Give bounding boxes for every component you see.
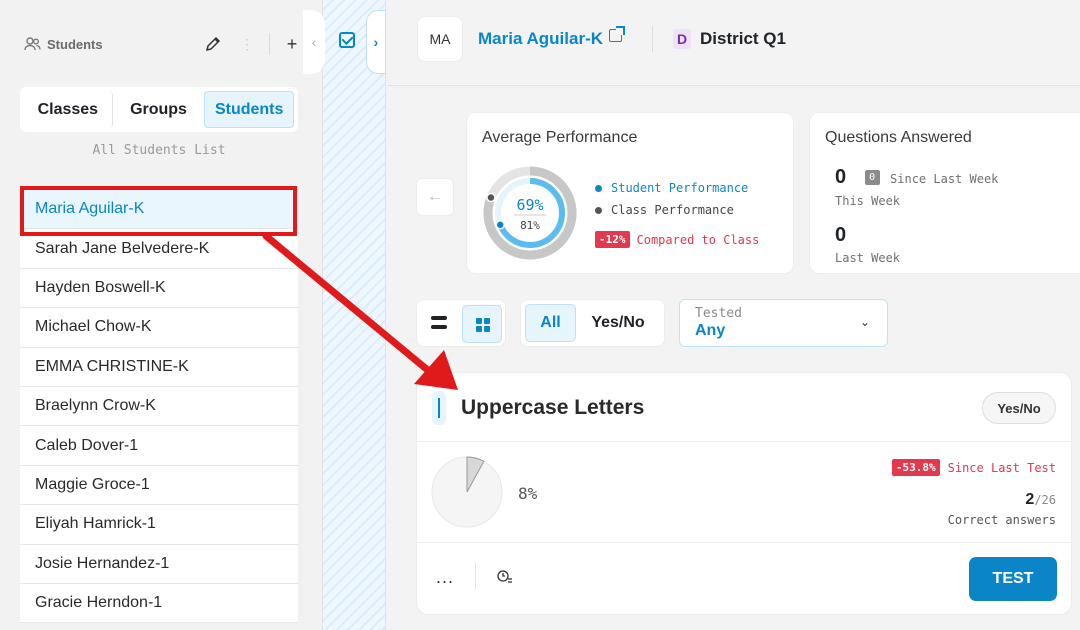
checklist-icon[interactable] xyxy=(339,32,355,48)
class-dot-icon xyxy=(595,206,602,214)
collapse-chevron-left-icon[interactable]: ‹ xyxy=(303,10,325,74)
people-icon xyxy=(24,37,41,51)
list-item-student[interactable]: Maggie Groce-1 xyxy=(20,465,298,506)
list-item-student[interactable]: Josie Hernandez-1 xyxy=(20,544,298,584)
correct-label: Correct answers xyxy=(947,513,1056,527)
list-item-student[interactable]: EMMA CHRISTINE-K xyxy=(20,347,298,387)
sidebar-tabs: Classes Groups Students xyxy=(20,87,298,132)
students-sidebar: Students ⋮ + Classes Groups Students All… xyxy=(0,0,322,630)
performance-legend: Student Performance Class Performance -1… xyxy=(595,177,759,248)
collapsed-panel xyxy=(322,0,386,630)
student-header: MA Maria Aguilar-K D District Q1 xyxy=(387,0,1080,86)
history-icon[interactable] xyxy=(497,570,513,584)
tab-groups[interactable]: Groups xyxy=(115,91,203,128)
since-last-week-badge: 0 xyxy=(864,170,880,185)
student-name-link[interactable]: Maria Aguilar-K xyxy=(478,29,603,49)
this-week-row: 0 0 Since Last Week xyxy=(835,166,998,189)
since-test-text: Since Last Test xyxy=(947,460,1056,475)
student-percent-label: 69% xyxy=(516,196,543,214)
filter-yes-no[interactable]: Yes/No xyxy=(576,304,660,342)
skill-percent: 8% xyxy=(518,484,538,503)
add-plus-icon[interactable]: + xyxy=(280,32,304,56)
legend-class: Class Performance xyxy=(611,203,734,217)
skill-score-pie xyxy=(431,456,503,528)
this-week-value: 0 xyxy=(835,166,847,188)
chevron-down-icon: ⌄ xyxy=(859,315,870,329)
list-view-icon[interactable] xyxy=(431,316,447,330)
tested-label: Tested xyxy=(695,306,742,321)
toolbar-divider xyxy=(269,33,270,55)
list-item-student[interactable]: Michael Chow-K xyxy=(20,308,298,348)
student-dot-icon xyxy=(595,184,602,192)
skill-title: Uppercase Letters xyxy=(461,396,645,419)
footer-divider xyxy=(475,563,476,589)
annotation-highlight-box xyxy=(20,186,297,236)
since-last-week-text: Since Last Week xyxy=(890,172,999,186)
expand-chevron-right-icon[interactable]: › xyxy=(366,10,386,74)
list-item-student[interactable]: Caleb Dover-1 xyxy=(20,426,298,466)
last-week-label: Last Week xyxy=(835,251,901,265)
list-item-student[interactable]: Braelynn Crow-K xyxy=(20,386,298,427)
list-item-student[interactable]: Hayden Boswell-K xyxy=(20,268,298,309)
last-week-value: 0 xyxy=(835,224,847,246)
average-performance-card: Average Performance 69% 81% Student Perf… xyxy=(466,112,794,274)
since-last-test: -53.8% Since Last Test xyxy=(891,459,1056,476)
compare-text: Compared to Class xyxy=(636,232,760,247)
card-divider xyxy=(417,441,1073,442)
more-options-button[interactable]: ... xyxy=(436,567,454,588)
compare-badge: -12% xyxy=(595,231,630,248)
question-type-filter: All Yes/No xyxy=(520,299,665,347)
student-list: Maria Aguilar-K Sarah Jane Belvedere-K H… xyxy=(20,190,298,624)
correct-count: 2/26 xyxy=(1025,491,1056,509)
drag-handle-icon[interactable]: ⋮ xyxy=(235,32,259,56)
tab-students[interactable]: Students xyxy=(204,91,295,128)
this-week-label: This Week xyxy=(835,194,901,208)
sidebar-header: Students ⋮ + xyxy=(24,30,304,58)
card-title: Average Performance xyxy=(482,129,638,146)
district-name: District Q1 xyxy=(700,29,786,48)
sidebar-title-label: Students xyxy=(47,36,103,52)
district-badge: D xyxy=(673,29,691,49)
total-value: /26 xyxy=(1034,493,1056,507)
list-item-student[interactable]: Eliyah Hamrick-1 xyxy=(20,505,298,545)
skill-bar-icon xyxy=(432,391,446,425)
avatar: MA xyxy=(417,16,463,62)
grid-view-icon[interactable] xyxy=(462,305,502,343)
student-performance-marker xyxy=(495,220,505,230)
questions-answered-card: Questions Answered 0 0 Since Last Week T… xyxy=(809,112,1080,274)
edit-pencil-icon[interactable] xyxy=(201,32,225,56)
legend-student: Student Performance xyxy=(611,181,749,195)
performance-donut-chart: 69% 81% xyxy=(483,166,577,260)
filter-all[interactable]: All xyxy=(525,304,576,342)
card-title: Questions Answered xyxy=(825,129,972,146)
correct-value: 2 xyxy=(1025,491,1035,508)
tested-dropdown[interactable]: Tested Any ⌄ xyxy=(679,299,888,347)
test-button[interactable]: TEST xyxy=(969,557,1057,601)
tab-classes[interactable]: Classes xyxy=(24,91,113,128)
since-test-badge: -53.8% xyxy=(891,459,940,476)
back-arrow-button[interactable]: ← xyxy=(416,178,454,216)
tested-value: Any xyxy=(695,322,726,339)
view-toggle xyxy=(416,299,506,347)
skill-card: Uppercase Letters Yes/No 8% -53.8% Since… xyxy=(416,372,1073,615)
external-link-icon[interactable] xyxy=(609,26,625,42)
header-divider xyxy=(652,26,653,52)
card-divider xyxy=(417,542,1073,543)
class-percent-label: 81% xyxy=(520,219,540,232)
sidebar-title: Students xyxy=(24,37,103,52)
class-performance-marker xyxy=(486,192,496,203)
skill-type-badge: Yes/No xyxy=(982,392,1056,424)
list-item-student[interactable]: Gracie Herndon-1 xyxy=(20,583,298,624)
list-caption: All Students List xyxy=(92,143,226,158)
